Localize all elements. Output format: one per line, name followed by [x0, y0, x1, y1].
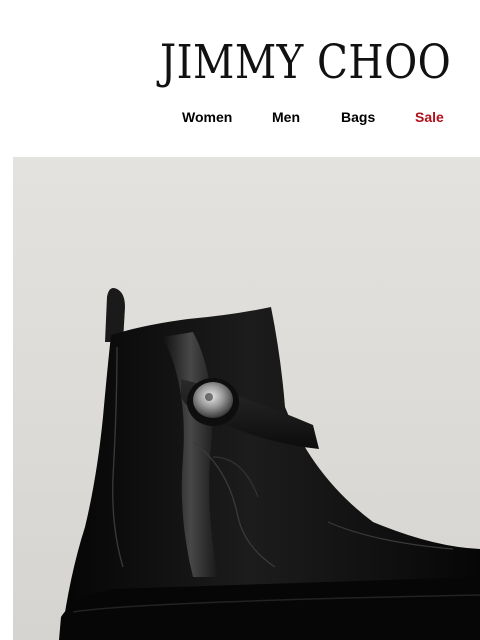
email-page: JIMMY CHOO Women Men Bags Sale: [0, 0, 480, 640]
ankle-boot-illustration: [59, 288, 480, 640]
hero-image[interactable]: [13, 157, 480, 640]
main-nav: Women Men Bags Sale: [0, 107, 480, 129]
brand-logo[interactable]: JIMMY CHOO: [160, 36, 451, 90]
nav-link-bags[interactable]: Bags: [341, 107, 375, 127]
nav-link-sale[interactable]: Sale: [415, 107, 444, 127]
header: JIMMY CHOO Women Men Bags Sale: [0, 0, 480, 156]
nav-link-men[interactable]: Men: [272, 107, 300, 127]
nav-link-women[interactable]: Women: [182, 107, 232, 127]
